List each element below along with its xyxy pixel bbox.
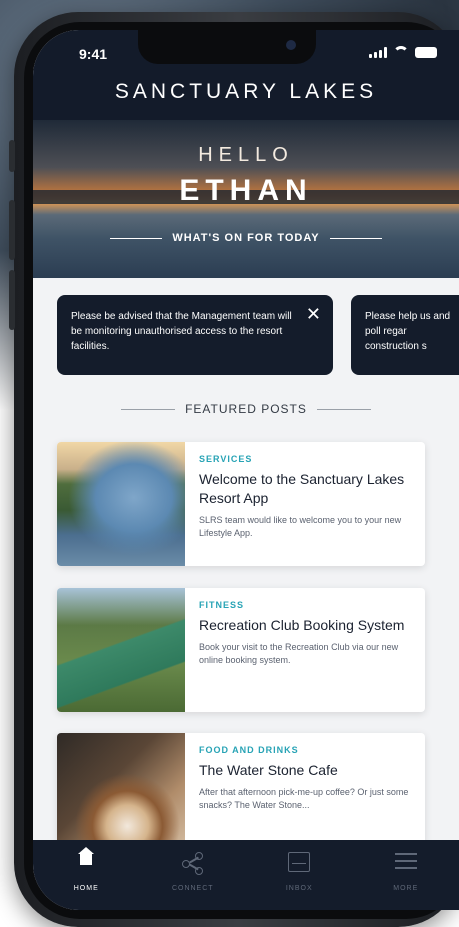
battery-icon (415, 47, 437, 58)
post-body: FITNESS Recreation Club Booking System B… (199, 600, 415, 667)
status-time: 9:41 (79, 46, 107, 62)
post-body: FOOD AND DRINKS The Water Stone Cafe Aft… (199, 745, 415, 812)
post-category: FITNESS (199, 600, 415, 610)
hero-user-name: ETHAN (33, 174, 459, 208)
hero-banner: HELLO ETHAN WHAT'S ON FOR TODAY (33, 120, 459, 278)
post-card[interactable]: SERVICES Welcome to the Sanctuary Lakes … (57, 442, 425, 566)
inbox-icon (288, 852, 310, 872)
notice-text: Please be advised that the Management te… (71, 309, 293, 354)
featured-posts-heading-row: FEATURED POSTS (33, 402, 459, 416)
tab-label: HOME (33, 885, 140, 892)
featured-posts-heading: FEATURED POSTS (185, 402, 307, 416)
tab-connect[interactable]: CONNECT (140, 840, 247, 910)
post-title: Recreation Club Booking System (199, 616, 415, 635)
divider (330, 238, 382, 239)
post-image (57, 733, 185, 857)
tab-more[interactable]: MORE (353, 840, 459, 910)
camera-icon (286, 40, 296, 50)
phone-volume-up (9, 200, 15, 260)
notice-text: Please help us and poll regar constructi… (365, 309, 455, 354)
share-icon (182, 852, 204, 874)
cellular-signal-icon (369, 47, 387, 58)
divider (121, 409, 175, 410)
post-category: SERVICES (199, 454, 415, 464)
post-body: SERVICES Welcome to the Sanctuary Lakes … (199, 454, 415, 540)
close-icon[interactable]: ✕ (306, 305, 321, 323)
tab-label: INBOX (246, 885, 353, 892)
wifi-icon (393, 46, 409, 58)
tab-label: CONNECT (140, 885, 247, 892)
phone-notch (138, 30, 316, 64)
phone-volume-down (9, 270, 15, 330)
post-card[interactable]: FITNESS Recreation Club Booking System B… (57, 588, 425, 712)
tab-label: MORE (353, 885, 459, 892)
post-description: Book your visit to the Recreation Club v… (199, 641, 415, 667)
post-description: SLRS team would like to welcome you to y… (199, 514, 415, 540)
post-description: After that afternoon pick-me-up coffee? … (199, 786, 415, 812)
home-icon (77, 852, 95, 868)
divider (110, 238, 162, 239)
bottom-tab-bar: HOME CONNECT INBOX MORE (33, 840, 459, 910)
post-title: Welcome to the Sanctuary Lakes Resort Ap… (199, 470, 415, 508)
post-title: The Water Stone Cafe (199, 761, 415, 780)
tab-home[interactable]: HOME (33, 840, 140, 910)
post-image (57, 588, 185, 712)
hero-subtitle-row[interactable]: WHAT'S ON FOR TODAY (33, 232, 459, 244)
phone-silent-switch (9, 140, 15, 172)
hero-greeting: HELLO (33, 144, 459, 167)
app-screen: 9:41 SANCTUARY LAKES HELLO ETHAN WHAT'S … (33, 30, 459, 910)
notice-card[interactable]: Please be advised that the Management te… (57, 295, 333, 375)
post-image (57, 442, 185, 566)
menu-icon (395, 852, 417, 870)
status-icons (369, 46, 437, 58)
post-category: FOOD AND DRINKS (199, 745, 415, 755)
tab-inbox[interactable]: INBOX (246, 840, 353, 910)
hero-subtitle[interactable]: WHAT'S ON FOR TODAY (172, 232, 319, 244)
divider (317, 409, 371, 410)
app-brand-title: SANCTUARY LAKES (33, 80, 459, 104)
notice-card[interactable]: Please help us and poll regar constructi… (351, 295, 459, 375)
